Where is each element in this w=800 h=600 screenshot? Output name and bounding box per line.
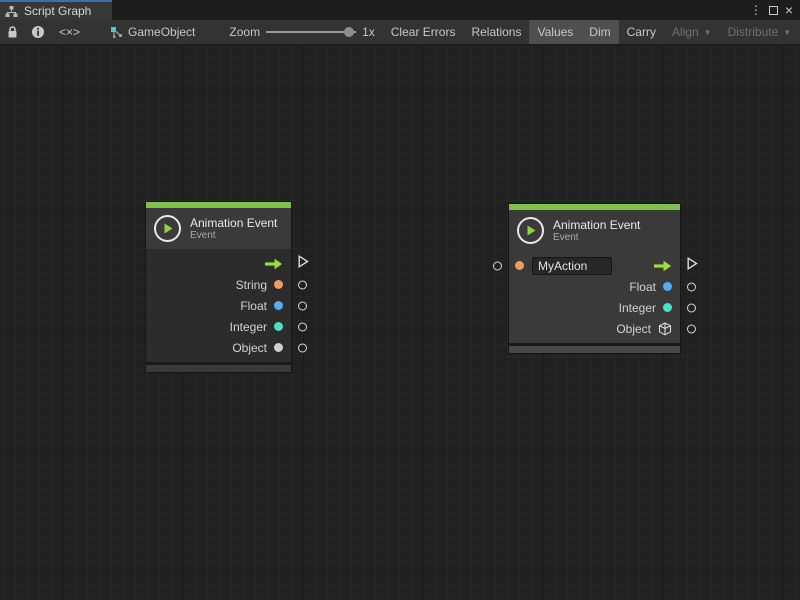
node-animation-event-1[interactable]: Animation Event Event (145, 201, 292, 373)
node-header[interactable]: Animation Event Event (146, 208, 291, 249)
zoom-slider-track (266, 31, 356, 33)
node-title: Animation Event (553, 218, 640, 232)
node-footer (509, 343, 680, 353)
window-menu-icon[interactable]: ⋮ (750, 4, 762, 16)
node-subtitle: Event (553, 232, 640, 244)
zoom-label: Zoom (229, 25, 260, 39)
object-type-dot (274, 343, 283, 352)
node-animation-event-2[interactable]: Animation Event Event (508, 203, 681, 354)
align-label: Align (672, 25, 699, 39)
lock-icon (6, 25, 19, 39)
string-type-dot (515, 261, 524, 270)
float-type-dot (274, 301, 283, 310)
output-row-integer: Integer (146, 316, 291, 337)
integer-output-port[interactable] (687, 303, 696, 312)
gameobject-graph-icon (110, 26, 123, 39)
integer-type-dot (663, 303, 672, 312)
object-output-port[interactable] (298, 343, 307, 352)
cube-icon (658, 322, 672, 336)
flow-output-port[interactable] (298, 255, 309, 273)
node-body: Float Integer Object (509, 251, 680, 343)
chevron-down-icon: ▼ (704, 28, 712, 37)
values-button[interactable]: Values (529, 20, 581, 44)
info-button[interactable] (25, 20, 51, 44)
zoom-value: 1x (362, 25, 375, 39)
graph-canvas[interactable]: Animation Event Event (0, 45, 800, 600)
node-header[interactable]: Animation Event Event (509, 210, 680, 251)
dim-button[interactable]: Dim (581, 20, 618, 44)
name-input-row (509, 255, 680, 276)
event-play-icon (154, 215, 181, 242)
output-row-object: Object (509, 318, 680, 339)
port-label: Integer (619, 301, 656, 315)
port-label: String (236, 278, 267, 292)
tab-label: Script Graph (24, 4, 91, 18)
string-type-dot (274, 280, 283, 289)
event-play-icon (517, 217, 544, 244)
port-label: Float (629, 280, 656, 294)
gameobject-context[interactable]: GameObject (102, 20, 203, 44)
string-output-port[interactable] (298, 280, 307, 289)
output-row-integer: Integer (509, 297, 680, 318)
gameobject-label: GameObject (128, 25, 195, 39)
port-label: Object (616, 322, 651, 336)
node-body: String Float Integer Object (146, 249, 291, 362)
output-row-float: Float (509, 276, 680, 297)
flow-output-row (146, 253, 291, 274)
object-output-port[interactable] (687, 324, 696, 333)
float-output-port[interactable] (687, 282, 696, 291)
flow-arrow-icon (265, 258, 283, 270)
event-name-input[interactable] (532, 257, 612, 275)
maximize-icon[interactable] (769, 6, 778, 15)
titlebar: Script Graph ⋮ × (0, 0, 800, 20)
close-icon[interactable]: × (785, 3, 793, 17)
output-row-string: String (146, 274, 291, 295)
code-preview-toggle[interactable]: <×> (51, 20, 88, 44)
zoom-slider-handle[interactable] (344, 27, 354, 37)
clear-errors-button[interactable]: Clear Errors (383, 20, 464, 44)
distribute-dropdown[interactable]: Distribute ▼ (720, 20, 800, 44)
script-graph-window: Script Graph ⋮ × <×> (0, 0, 800, 600)
lock-button[interactable] (0, 20, 25, 44)
relations-button[interactable]: Relations (463, 20, 529, 44)
node-title: Animation Event (190, 216, 277, 230)
integer-type-dot (274, 322, 283, 331)
port-label: Integer (230, 320, 267, 334)
name-input-port[interactable] (493, 261, 502, 270)
zoom-slider[interactable] (266, 26, 356, 38)
distribute-label: Distribute (728, 25, 779, 39)
toolbar: <×> GameObject Zoom 1x Clear Errors Rela… (0, 20, 800, 45)
node-footer (146, 362, 291, 372)
align-dropdown[interactable]: Align ▼ (664, 20, 720, 44)
window-controls: ⋮ × (750, 0, 800, 20)
flow-output-port[interactable] (687, 257, 698, 275)
flow-arrow-icon (654, 260, 672, 272)
graph-icon (5, 5, 18, 18)
output-row-object: Object (146, 337, 291, 358)
zoom-control: Zoom 1x (221, 20, 382, 44)
port-label: Object (232, 341, 267, 355)
chevron-down-icon: ▼ (783, 28, 791, 37)
info-icon (31, 25, 45, 39)
port-label: Float (240, 299, 267, 313)
node-subtitle: Event (190, 230, 277, 242)
integer-output-port[interactable] (298, 322, 307, 331)
float-type-dot (663, 282, 672, 291)
tab-script-graph[interactable]: Script Graph (0, 0, 112, 20)
float-output-port[interactable] (298, 301, 307, 310)
carry-button[interactable]: Carry (619, 20, 664, 44)
output-row-float: Float (146, 295, 291, 316)
